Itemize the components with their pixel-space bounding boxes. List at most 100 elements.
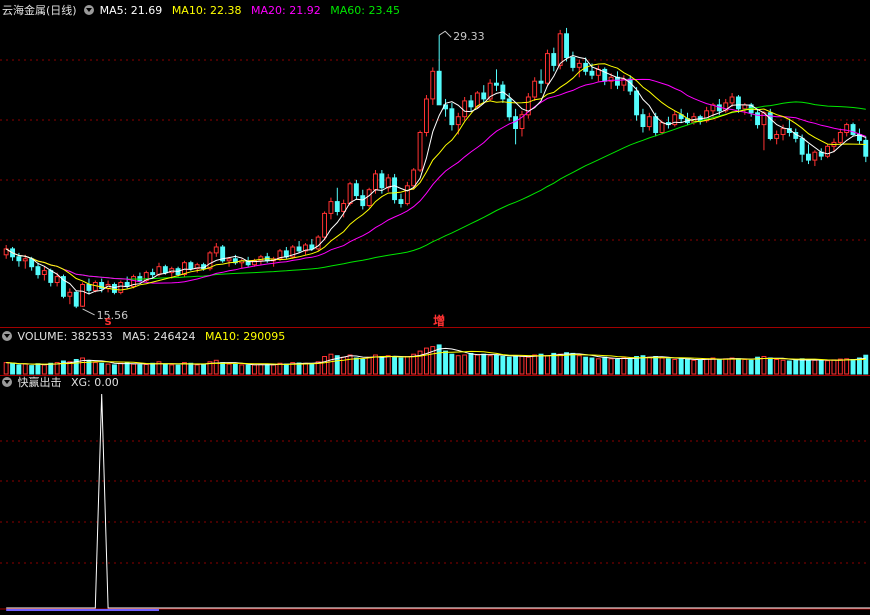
candle-up <box>207 252 213 270</box>
volume-bar-down <box>150 362 156 375</box>
candle-down <box>538 80 544 84</box>
volume-bar-down <box>379 356 385 375</box>
volume-bar-down <box>818 360 824 375</box>
volume-bar-down <box>35 363 41 375</box>
volume-bar-up <box>252 364 257 375</box>
volume-bar-down <box>500 356 506 375</box>
volume-bar-down <box>697 359 703 375</box>
volume-bar-down <box>736 358 741 375</box>
volume-bar-up <box>621 357 627 375</box>
volume-bar-down <box>857 357 862 375</box>
volume-ma5-label: MA5: 246424 <box>122 330 196 343</box>
volume-bar-down <box>245 364 251 375</box>
volume-bar-down <box>398 357 404 375</box>
volume-bar-up <box>271 364 277 375</box>
volume-bar-down <box>564 352 569 375</box>
volume-bar-down <box>112 364 117 375</box>
candle-up <box>576 62 582 68</box>
volume-bar-up <box>131 363 137 375</box>
volume-bar-down <box>799 358 805 375</box>
candle-up <box>373 173 378 191</box>
volume-bar-up <box>780 359 786 375</box>
volume-bar-down <box>506 356 512 375</box>
volume-bar-down <box>570 352 576 375</box>
volume-bar-down <box>220 362 226 375</box>
volume-bar-up <box>347 354 353 375</box>
candle-up <box>812 151 818 161</box>
volume-bar-down <box>513 355 518 375</box>
candle-down <box>112 284 117 293</box>
volume-bar-down <box>29 365 35 375</box>
candle-down <box>296 246 302 252</box>
volume-bar-up <box>659 357 665 375</box>
volume-bar-up <box>729 357 735 375</box>
price-chart[interactable]: 29.33 15.56S 增 <box>0 0 870 328</box>
price-panel: 云海金属(日线) MA5: 21.69 MA10: 22.38 MA20: 21… <box>0 0 870 328</box>
volume-ma10-label: MA10: 290095 <box>204 330 286 343</box>
volume-bar-down <box>443 350 449 375</box>
xg-label: XG: 0.00 <box>71 376 119 389</box>
candle-up <box>659 122 665 133</box>
candle-down <box>16 256 22 262</box>
indicator-chart[interactable] <box>0 376 870 615</box>
dropdown-icon[interactable] <box>2 377 12 387</box>
volume-bar-down <box>10 362 16 375</box>
volume-bar-up <box>837 358 843 375</box>
candle-down <box>468 100 474 108</box>
volume-bar-up <box>710 357 716 375</box>
candle-down <box>863 139 869 157</box>
candle-down <box>392 177 398 201</box>
volume-bar-down <box>137 364 143 375</box>
candle-up <box>22 258 28 262</box>
volume-bar-up <box>322 356 328 375</box>
candle-down <box>653 116 659 133</box>
volume-bar-up <box>328 353 334 375</box>
volume-label: VOLUME: 382533 <box>17 330 113 343</box>
candle-down <box>736 96 741 110</box>
volume-bar-down <box>353 357 359 375</box>
volume-bar-up <box>22 363 28 375</box>
volume-bar-up <box>825 360 830 375</box>
volume-bar-down <box>850 359 856 375</box>
candle-down <box>767 112 773 140</box>
volume-bar-down <box>162 363 168 375</box>
signal-marker: 增 <box>433 313 445 328</box>
volume-bar-down <box>494 354 499 375</box>
volume-bar-up <box>118 362 124 375</box>
volume-bar-down <box>264 364 270 375</box>
volume-bar-up <box>831 359 837 375</box>
candle-up <box>825 145 830 157</box>
candle-up <box>462 100 468 118</box>
candle-down <box>494 82 499 86</box>
volume-bar-up <box>812 359 818 375</box>
volume-bar-down <box>99 362 105 375</box>
volume-bar-up <box>169 364 175 375</box>
candle-down <box>640 114 646 127</box>
candle-up <box>646 116 652 128</box>
volume-bar-down <box>283 363 289 375</box>
candle-down <box>627 78 633 92</box>
volume-bar-down <box>615 359 620 375</box>
volume-bar-up <box>404 356 410 375</box>
volume-bar-down <box>589 357 595 375</box>
candle-up <box>213 246 219 254</box>
volume-bar-down <box>786 360 792 375</box>
candle-up <box>455 116 461 126</box>
volume-bar-up <box>226 363 232 375</box>
candle-down <box>449 108 455 126</box>
candle-down <box>481 92 487 100</box>
candle-down <box>589 70 595 76</box>
candle-up <box>322 212 328 238</box>
volume-bar-down <box>296 362 302 375</box>
volume-bar-down <box>392 356 398 375</box>
candle-down <box>506 98 512 118</box>
volume-header: VOLUME: 382533 MA5: 246424 MA10: 290095 <box>2 330 291 344</box>
volume-bar-up <box>373 354 378 375</box>
volume-bar-up <box>723 358 729 375</box>
volume-bar-up <box>385 355 391 375</box>
candle-up <box>156 266 162 276</box>
candle-up <box>545 53 550 84</box>
volume-bar-down <box>685 359 690 375</box>
dropdown-icon[interactable] <box>2 331 12 341</box>
volume-bar-down <box>627 358 633 375</box>
